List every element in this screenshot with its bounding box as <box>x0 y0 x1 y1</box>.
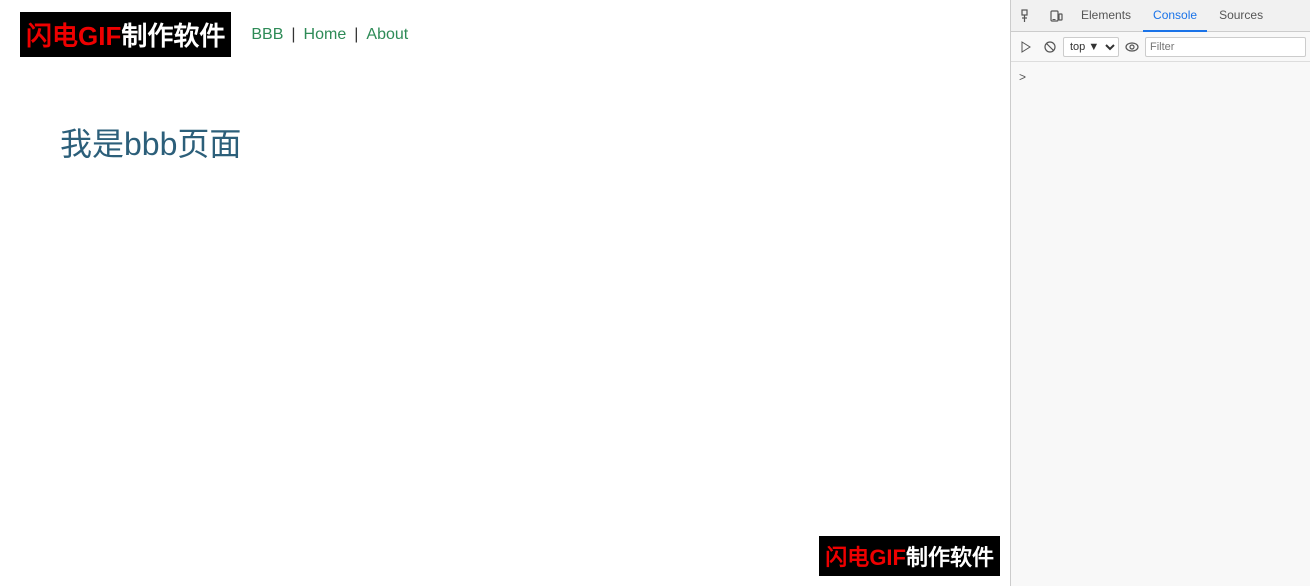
device-toolbar-button[interactable] <box>1043 3 1069 29</box>
logo-gif-text: GIF <box>78 21 121 51</box>
nav-about-link[interactable]: About <box>366 26 408 44</box>
page-heading: 我是bbb页面 <box>60 119 950 165</box>
console-prompt-arrow[interactable]: > <box>1019 70 1026 84</box>
context-selector[interactable]: top ▼ <box>1063 37 1119 57</box>
watermark-gif-text: GIF <box>869 545 906 570</box>
logo-flash-text: 闪电 <box>26 21 78 51</box>
eye-icon-button[interactable] <box>1121 36 1143 58</box>
inspect-icon-button[interactable] <box>1015 3 1041 29</box>
nav-sep-2: | <box>354 26 358 44</box>
nav-bar: 闪电GIF制作软件 BBB | Home | About <box>0 0 1010 69</box>
nav-sep-1: | <box>291 26 295 44</box>
console-filter-input[interactable] <box>1145 37 1306 57</box>
watermark-product-text: 制作软件 <box>906 545 994 570</box>
tab-elements[interactable]: Elements <box>1071 0 1141 32</box>
nav-links: BBB | Home | About <box>251 26 408 44</box>
watermark-flash-text: 闪电 <box>825 545 869 570</box>
app-logo: 闪电GIF制作软件 <box>20 12 231 57</box>
logo-product-text: 制作软件 <box>121 21 225 51</box>
devtools-content: > <box>1011 62 1310 586</box>
devtools-toolbar: top ▼ <box>1011 32 1310 62</box>
watermark-bottom: 闪电GIF制作软件 <box>819 536 1000 576</box>
tab-sources[interactable]: Sources <box>1209 0 1273 32</box>
devtools-panel: Elements Console Sources top ▼ <box>1010 0 1310 586</box>
clear-console-button[interactable] <box>1039 36 1061 58</box>
nav-bbb-link[interactable]: BBB <box>251 26 283 44</box>
tab-console[interactable]: Console <box>1143 0 1207 32</box>
run-icon-button[interactable] <box>1015 36 1037 58</box>
page-body: 我是bbb页面 <box>0 69 1010 215</box>
nav-home-link[interactable]: Home <box>304 26 347 44</box>
browser-content: 闪电GIF制作软件 BBB | Home | About 我是bbb页面 闪电G… <box>0 0 1010 586</box>
devtools-tabs: Elements Console Sources <box>1011 0 1310 32</box>
